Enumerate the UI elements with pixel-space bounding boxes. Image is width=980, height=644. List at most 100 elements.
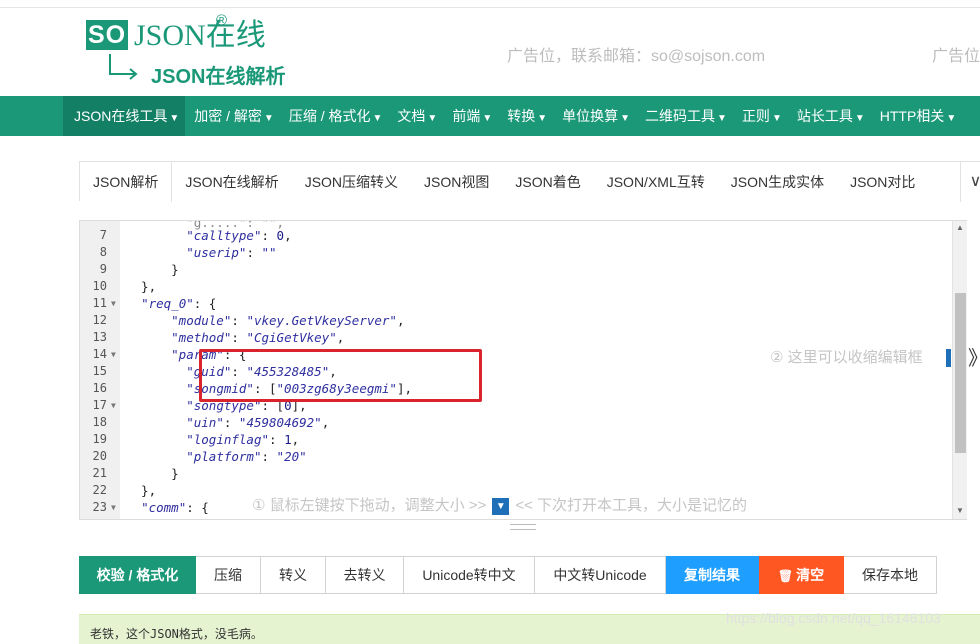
tab-json-xml[interactable]: JSON/XML互转 [594, 162, 718, 202]
nav-label: JSON在线工具 [74, 108, 168, 124]
resize-hint-left: ① 鼠标左键按下拖动，调整大小 >> [252, 497, 487, 514]
resize-down-icon[interactable]: ▼ [492, 497, 510, 515]
fold-toggle-icon[interactable]: ▼ [111, 499, 116, 516]
nav-label: 正则 [741, 108, 770, 124]
nav-label: 二维码工具 [645, 108, 716, 124]
nav-item-convert[interactable]: 转换 ▼ [498, 96, 553, 136]
resize-hint: ① 鼠标左键按下拖动，调整大小 >> ▼ << 下次打开本工具，大小是记忆的 [252, 494, 747, 515]
caret-down-icon: ▼ [946, 113, 957, 124]
nav-label: 单位换算 [562, 108, 619, 124]
nav-item-json-tools[interactable]: JSON在线工具 ▼ [63, 96, 186, 136]
code-text: "userip": "" [186, 245, 277, 260]
copy-result-button[interactable]: 复制结果 [666, 556, 759, 594]
editor-scrollbar[interactable]: ▲ ▼ [952, 221, 967, 519]
tab-json-color[interactable]: JSON着色 [502, 162, 593, 202]
line-number: 11 [92, 296, 107, 310]
editor-line: 11 ▼ "req_0": { [80, 295, 950, 312]
tabs-more-chevron-icon[interactable]: ∨ [960, 162, 980, 202]
tab-json-compress-escape[interactable]: JSON压缩转义 [292, 162, 411, 202]
tab-json-compare[interactable]: JSON对比 [837, 162, 928, 202]
caret-down-icon: ▼ [620, 113, 631, 124]
editor-line: 21 } [80, 465, 950, 482]
action-toolbar: 校验 / 格式化 压缩 转义 去转义 Unicode转中文 中文转Unicode… [79, 556, 937, 594]
code-text: "platform": "20" [186, 449, 307, 464]
nav-label: 站长工具 [796, 108, 853, 124]
ad-banner-text-2[interactable]: 广告位 [932, 42, 980, 66]
logo-subtitle: JSON在线解析 [151, 66, 286, 88]
code-text: "comm": { [141, 500, 209, 515]
collapse-arrow-icon[interactable]: 》 [968, 342, 980, 371]
nav-item-encrypt[interactable]: 加密 / 解密 ▼ [185, 96, 280, 136]
tab-json-view[interactable]: JSON视图 [411, 162, 502, 202]
clear-button[interactable]: 🗑 清空 [759, 556, 844, 594]
main-nav: JSON在线工具 ▼ 加密 / 解密 ▼ 压缩 / 格式化 ▼ 文档 ▼ 前端 ▼ 转换 ▼… [0, 96, 980, 136]
line-number: 9 [99, 262, 107, 276]
collapse-hint: ② 这里可以收缩编辑框 [770, 349, 923, 366]
code-text: "calltype": 0, [186, 228, 292, 243]
line-number: 22 [92, 483, 107, 497]
line-number: 10 [92, 279, 107, 293]
nav-item-http[interactable]: HTTP相关 ▼ [871, 96, 962, 136]
annotation-highlight-box [199, 349, 482, 402]
caret-down-icon: ▼ [482, 113, 493, 124]
ad-banner-text[interactable]: 广告位，联系邮箱：so@sojson.com [507, 42, 765, 66]
tab-json-online-parse[interactable]: JSON在线解析 [172, 162, 291, 202]
line-number: 7 [99, 228, 107, 242]
fold-toggle-icon[interactable]: ▼ [111, 346, 116, 363]
tab-json-parse[interactable]: JSON解析 [80, 162, 173, 202]
tool-tabs: JSON解析 JSON在线解析 JSON压缩转义 JSON视图 JSON着色 J… [79, 161, 980, 202]
editor-line: 8 "userip": "" [80, 244, 950, 261]
scroll-down-icon[interactable]: ▼ [956, 506, 964, 515]
editor-resize-handle[interactable] [510, 524, 536, 530]
fold-toggle-icon[interactable]: ▼ [111, 295, 116, 312]
tab-json-entity[interactable]: JSON生成实体 [718, 162, 837, 202]
scroll-up-icon[interactable]: ▲ [956, 223, 964, 232]
nav-item-webmaster[interactable]: 站长工具 ▼ [788, 96, 871, 136]
nav-label: HTTP相关 [879, 108, 945, 124]
editor-line: 20 "platform": "20" [80, 448, 950, 465]
logo-registered-mark: ® [216, 12, 228, 29]
editor-line: 12 "module": "vkey.GetVkeyServer", [80, 312, 950, 329]
editor-line: 9 } [80, 261, 950, 278]
line-number: 23 [92, 500, 107, 514]
nav-label: 前端 [452, 108, 481, 124]
line-number: 8 [99, 245, 107, 259]
scrollbar-thumb[interactable] [955, 293, 966, 453]
line-number: 20 [92, 449, 107, 463]
compress-button[interactable]: 压缩 [196, 556, 261, 594]
nav-label: 文档 [397, 108, 426, 124]
nav-item-compress-format[interactable]: 压缩 / 格式化 ▼ [280, 96, 389, 136]
line-number: 14 [92, 347, 107, 361]
nav-item-qrcode[interactable]: 二维码工具 ▼ [636, 96, 733, 136]
clear-label: 清空 [796, 567, 825, 583]
fold-toggle-icon[interactable]: ▼ [111, 397, 116, 414]
caret-down-icon: ▼ [771, 113, 782, 124]
caret-down-icon: ▼ [169, 113, 180, 124]
code-text: }, [126, 279, 157, 294]
line-number: 16 [92, 381, 107, 395]
editor-line: 18 "uin": "459804692", [80, 414, 950, 431]
collapse-handle[interactable] [946, 349, 951, 367]
caret-down-icon: ▼ [372, 113, 383, 124]
nav-item-units[interactable]: 单位换算 ▼ [553, 96, 636, 136]
code-text: "method": "CgiGetVkey", [171, 330, 345, 345]
caret-down-icon: ▼ [537, 113, 548, 124]
nav-label: 转换 [507, 108, 536, 124]
save-local-button[interactable]: 保存本地 [844, 556, 937, 594]
code-text: "loginflag": 1, [186, 432, 300, 447]
unicode-to-chinese-button[interactable]: Unicode转中文 [404, 556, 535, 594]
line-number: 18 [92, 415, 107, 429]
chinese-to-unicode-button[interactable]: 中文转Unicode [535, 556, 666, 594]
nav-item-frontend[interactable]: 前端 ▼ [443, 96, 498, 136]
escape-button[interactable]: 转义 [261, 556, 326, 594]
validate-format-button[interactable]: 校验 / 格式化 [79, 556, 196, 594]
nav-label: 压缩 / 格式化 [288, 108, 371, 124]
unescape-button[interactable]: 去转义 [326, 556, 404, 594]
nav-item-regex[interactable]: 正则 ▼ [733, 96, 788, 136]
editor-line: 10 }, [80, 278, 950, 295]
result-message: 老铁，这个JSON格式，没毛病。 [90, 627, 263, 641]
nav-item-docs[interactable]: 文档 ▼ [388, 96, 443, 136]
resize-hint-right: << 下次打开本工具，大小是记忆的 [515, 497, 748, 514]
site-logo[interactable]: SO JSON在线 ® JSON在线解析 [86, 12, 306, 88]
nav-label: 加密 / 解密 [194, 108, 262, 124]
